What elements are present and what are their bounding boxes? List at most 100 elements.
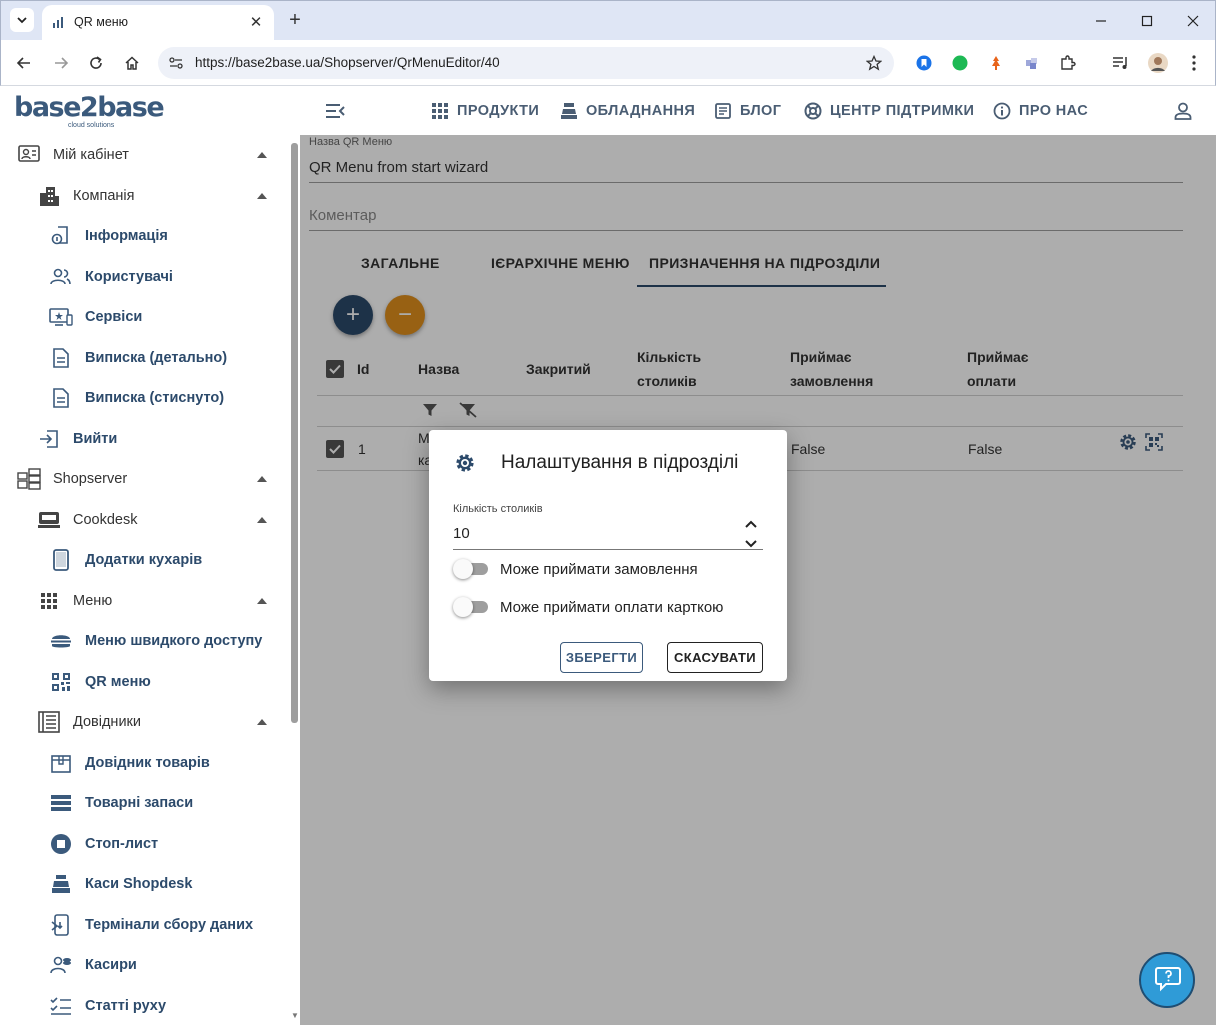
browser-tab[interactable]: QR меню ✕ [42, 5, 274, 41]
sidebar-item-products-directory[interactable]: Довідник товарів [49, 743, 210, 783]
accept-orders-toggle[interactable] [453, 559, 489, 579]
chart-favicon-icon [53, 17, 63, 28]
sidebar-item-directories[interactable]: Довідники [37, 702, 141, 742]
address-bar: https://base2base.ua/Shopserver/QrMenuEd… [0, 40, 1216, 86]
register-icon [49, 872, 73, 896]
gear-icon [453, 451, 477, 475]
home-button[interactable] [120, 51, 144, 75]
server-icon [17, 467, 41, 491]
collapse-caret-icon[interactable] [256, 149, 268, 161]
article-icon [715, 103, 731, 119]
browser-menu-icon[interactable] [1184, 53, 1204, 73]
sidebar-item-services[interactable]: Сервіси [49, 297, 142, 337]
new-tab-button[interactable]: + [284, 9, 306, 31]
tab-search-button[interactable] [10, 8, 34, 32]
burger-icon [49, 629, 73, 653]
accept-card-payments-toggle[interactable] [453, 597, 489, 617]
nav-about[interactable]: ПРО НАС [993, 99, 1088, 123]
info-icon [993, 102, 1011, 120]
sidebar-item-qr-menu[interactable]: QR меню [49, 662, 151, 702]
users-icon [49, 265, 73, 289]
tables-count-input[interactable]: 10 [453, 525, 470, 542]
lifebuoy-icon [804, 102, 822, 120]
sidebar-item-logout[interactable]: Вийти [37, 419, 117, 459]
support-chat-button[interactable] [1139, 952, 1195, 1008]
url-text: https://base2base.ua/Shopserver/QrMenuEd… [195, 55, 500, 70]
sidebar-item-movement-articles[interactable]: Статті руху [49, 986, 166, 1025]
media-controls-icon[interactable] [1111, 53, 1131, 73]
cancel-button[interactable]: СКАСУВАТИ [667, 642, 763, 673]
site-settings-icon[interactable] [166, 53, 186, 73]
minimize-button[interactable] [1089, 9, 1113, 33]
services-icon [49, 305, 73, 329]
nav-blog[interactable]: БЛОГ [714, 99, 781, 123]
cash-register-icon [561, 103, 577, 119]
collapse-caret-icon[interactable] [256, 716, 268, 728]
sidebar-item-users[interactable]: Користувачі [49, 257, 173, 297]
sidebar-item-shopdesk-registers[interactable]: Каси Shopdesk [49, 864, 192, 904]
sidebar-item-shopserver[interactable]: Shopserver [17, 459, 127, 499]
account-box-icon [17, 143, 41, 167]
reload-button[interactable] [84, 51, 108, 75]
dialog-title: Налаштування в підрозділі [501, 452, 739, 473]
sidebar-item-cookdesk[interactable]: Cookdesk [37, 500, 137, 540]
logo[interactable]: base2base cloud solutions [14, 93, 165, 131]
tables-count-label: Кількість столиків [453, 503, 543, 515]
profile-avatar[interactable] [1148, 53, 1168, 73]
extension-orange-icon[interactable] [986, 53, 1006, 73]
extensions-puzzle-icon[interactable] [1058, 53, 1078, 73]
reload-icon [90, 56, 102, 69]
book-icon [37, 710, 61, 734]
sidebar-item-stock[interactable]: Товарні запаси [49, 783, 193, 823]
accept-orders-label: Може приймати замовлення [500, 561, 698, 578]
box-icon [49, 751, 73, 775]
apps-grid-icon [432, 103, 448, 119]
collapse-caret-icon[interactable] [256, 473, 268, 485]
grid-icon [37, 589, 61, 613]
nav-equipment[interactable]: ОБЛАДНАННЯ [560, 99, 695, 123]
sidebar-item-stop-list[interactable]: Стоп-лист [49, 824, 158, 864]
arrow-right-icon [55, 57, 69, 69]
checklist-icon [49, 994, 73, 1018]
bookmark-star-icon[interactable] [864, 53, 884, 73]
menu-open-icon [326, 104, 345, 118]
sidebar-item-statement-short[interactable]: Виписка (стиснуто) [49, 378, 224, 418]
sidebar: Мій кабінет Компанія Інформація Користув… [0, 135, 300, 1025]
info-doc-icon [49, 224, 73, 248]
document-icon [49, 346, 73, 370]
sidebar-item-my-cabinet[interactable]: Мій кабінет [17, 135, 129, 175]
sidebar-item-statement-detailed[interactable]: Виписка (детально) [49, 338, 227, 378]
extension-blue-icon[interactable] [914, 53, 934, 73]
number-spinner[interactable] [739, 519, 763, 549]
spinner-arrows-icon [745, 520, 757, 548]
close-window-button[interactable] [1181, 9, 1205, 33]
nav-products[interactable]: ПРОДУКТИ [431, 99, 539, 123]
back-button[interactable] [12, 51, 36, 75]
sidebar-item-cook-apps[interactable]: Додатки кухарів [49, 540, 202, 580]
sidebar-item-info[interactable]: Інформація [49, 216, 168, 256]
user-account-button[interactable] [1171, 99, 1195, 123]
sidebar-scrollbar[interactable] [291, 143, 298, 723]
extension-cubes-icon[interactable] [1022, 53, 1042, 73]
tab-title: QR меню [74, 15, 129, 29]
scroll-down-arrow-icon[interactable]: ▼ [291, 1011, 299, 1020]
save-button[interactable]: ЗБЕРЕГТИ [560, 642, 643, 673]
omnibox[interactable]: https://base2base.ua/Shopserver/QrMenuEd… [158, 47, 894, 79]
menu-collapse-button[interactable] [323, 99, 347, 123]
browser-tab-bar: QR меню ✕ + [0, 0, 1216, 41]
sidebar-item-cashiers[interactable]: Касири [49, 945, 137, 985]
sidebar-item-company[interactable]: Компанія [37, 176, 134, 216]
person-icon [1174, 102, 1192, 120]
tablet-icon [49, 548, 73, 572]
sidebar-item-menu[interactable]: Меню [37, 581, 112, 621]
collapse-caret-icon[interactable] [256, 514, 268, 526]
nav-support-center[interactable]: ЦЕНТР ПІДТРИМКИ [804, 99, 974, 123]
sidebar-item-quick-menu[interactable]: Меню швидкого доступу [49, 621, 262, 661]
maximize-button[interactable] [1135, 9, 1159, 33]
forward-button[interactable] [49, 51, 73, 75]
sidebar-item-data-terminals[interactable]: Термінали сбору даних [49, 905, 253, 945]
close-tab-icon[interactable]: ✕ [246, 12, 266, 32]
collapse-caret-icon[interactable] [256, 595, 268, 607]
extension-green-icon[interactable] [950, 53, 970, 73]
collapse-caret-icon[interactable] [256, 190, 268, 202]
